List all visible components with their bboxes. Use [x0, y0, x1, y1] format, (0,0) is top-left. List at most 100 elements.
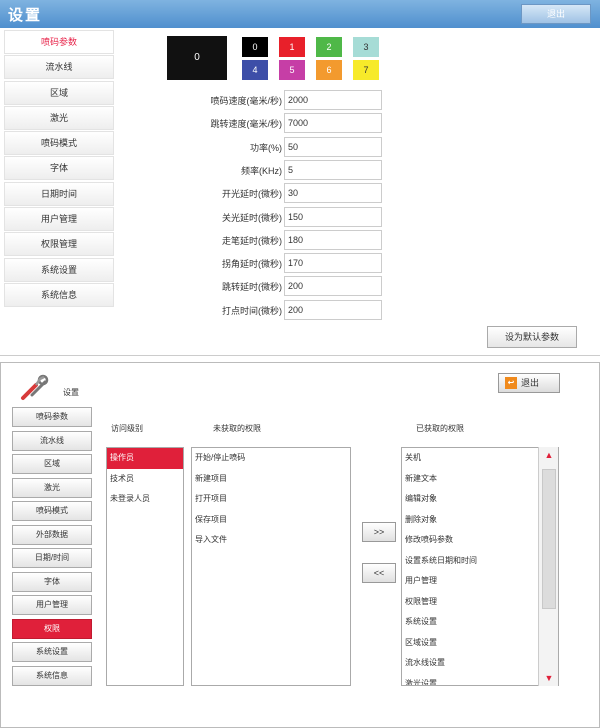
granted-item[interactable]: 编辑对象: [402, 489, 558, 510]
granted-item[interactable]: 系统设置: [402, 612, 558, 633]
color-swatch[interactable]: 0: [242, 37, 268, 57]
color-swatch[interactable]: 2: [316, 37, 342, 57]
param-label: 开光延时(微秒): [222, 189, 282, 200]
sidebar-item[interactable]: 流水线: [4, 55, 114, 80]
param-label: 拐角延时(微秒): [222, 259, 282, 270]
sidebar-item[interactable]: 日期时间: [4, 181, 114, 206]
color-preview: 0: [167, 36, 227, 80]
sidebar-item[interactable]: 流水线: [12, 430, 92, 451]
param-input[interactable]: 200: [284, 299, 382, 320]
not-granted-item[interactable]: 导入文件: [192, 530, 350, 551]
sidebar: 喷码参数流水线区域激光喷码模式外部数据日期/时间字体用户管理权限系统设置系统信息: [12, 407, 92, 689]
add-permission-button[interactable]: >>: [362, 522, 396, 542]
param-label: 跳转延时(微秒): [222, 282, 282, 293]
granted-item[interactable]: 关机: [402, 448, 558, 469]
sidebar-item[interactable]: 喷码参数: [12, 407, 92, 427]
sidebar-item[interactable]: 区域: [12, 454, 92, 474]
granted-item[interactable]: 激光设置: [402, 674, 558, 686]
granted-list[interactable]: 关机 新建文本 编辑对象 删除对象 修改喷码参数 设置系统日期和时间 用户管理 权限管理 系统设…: [401, 447, 559, 686]
exit-button[interactable]: ↩ 退出: [498, 373, 560, 393]
set-default-button[interactable]: 设为默认参数: [487, 326, 577, 348]
sidebar-item[interactable]: 字体: [4, 156, 114, 181]
granted-item[interactable]: 区域设置: [402, 633, 558, 654]
not-granted-item[interactable]: 打开项目: [192, 489, 350, 510]
param-row: 喷码速度(毫米/秒) 2000: [160, 90, 390, 110]
remove-permission-button[interactable]: <<: [362, 563, 396, 583]
exit-button[interactable]: 退出: [521, 4, 591, 24]
not-granted-header: 未获取的权限: [213, 424, 261, 433]
not-granted-list[interactable]: 开始/停止喷码 新建项目 打开项目 保存项目 导入文件: [191, 447, 351, 686]
sidebar-item[interactable]: 喷码参数: [4, 30, 114, 54]
sidebar-item[interactable]: 区域: [4, 80, 114, 105]
sidebar-item[interactable]: 系统信息: [4, 282, 114, 307]
not-granted-item[interactable]: 开始/停止喷码: [192, 448, 350, 469]
color-swatch[interactable]: 5: [279, 60, 305, 80]
level-item[interactable]: 技术员: [107, 469, 183, 490]
laser-params-window: 设置 退出 喷码参数 流水线 区域 激光 喷码模式 字体 日期时间 用户管理 权限管理 系统设置系…: [0, 0, 600, 356]
scroll-up-icon[interactable]: ▲: [539, 447, 559, 463]
param-input[interactable]: 7000: [284, 113, 382, 134]
exit-icon: ↩: [505, 377, 517, 389]
sidebar-item[interactable]: 系统设置: [12, 642, 92, 662]
sidebar-item[interactable]: 喷码模式: [4, 131, 114, 156]
sidebar-item[interactable]: 激光: [12, 477, 92, 498]
param-input[interactable]: 30: [284, 183, 382, 204]
level-item[interactable]: 未登录人员: [107, 489, 183, 510]
granted-item[interactable]: 删除对象: [402, 510, 558, 531]
granted-item[interactable]: 权限管理: [402, 592, 558, 613]
granted-scrollbar[interactable]: ▲ ▼: [538, 447, 558, 686]
param-label: 频率(KHz): [241, 165, 282, 176]
sidebar-item[interactable]: 权限管理: [4, 232, 114, 257]
granted-item[interactable]: 设置系统日期和时间: [402, 551, 558, 572]
param-row: 开光延时(微秒) 30: [160, 183, 390, 204]
not-granted-item[interactable]: 新建项目: [192, 469, 350, 490]
not-granted-item[interactable]: 保存项目: [192, 510, 350, 531]
exit-label: 退出: [521, 378, 540, 388]
sidebar-item[interactable]: 用户管理: [4, 207, 114, 232]
param-input[interactable]: 170: [284, 253, 382, 274]
param-input[interactable]: 200: [284, 276, 382, 297]
tools-icon: [21, 374, 49, 400]
sidebar-item[interactable]: 权限: [12, 618, 92, 639]
granted-item[interactable]: 新建文本: [402, 469, 558, 490]
sidebar-item[interactable]: 字体: [12, 571, 92, 592]
param-input[interactable]: 2000: [284, 90, 382, 110]
param-label: 跳转速度(毫米/秒): [210, 119, 283, 130]
sidebar-item[interactable]: 用户管理: [12, 595, 92, 615]
sidebar-item[interactable]: 系统信息: [12, 665, 92, 686]
access-level-list[interactable]: 操作员 技术员 未登录人员: [106, 447, 184, 686]
param-input[interactable]: 5: [284, 159, 382, 180]
window-title: 设置: [63, 388, 79, 397]
param-row: 关光延时(微秒) 150: [160, 206, 390, 227]
sidebar-item[interactable]: 激光: [4, 105, 114, 130]
title-bar: 设置 退出: [0, 0, 600, 28]
sidebar-item[interactable]: 日期/时间: [12, 548, 92, 568]
sidebar-item[interactable]: 系统设置: [4, 257, 114, 282]
param-row: 跳转速度(毫米/秒) 7000: [160, 113, 390, 134]
param-label: 走笔延时(微秒): [222, 235, 282, 246]
param-row: 跳转延时(微秒) 200: [160, 276, 390, 297]
scroll-thumb[interactable]: [542, 469, 556, 609]
param-row: 功率(%) 50: [160, 136, 390, 157]
sidebar-item[interactable]: 外部数据: [12, 524, 92, 545]
color-swatch[interactable]: 7: [353, 60, 379, 80]
access-level-header: 访问级别: [111, 424, 143, 433]
granted-item[interactable]: 用户管理: [402, 571, 558, 592]
sidebar-item[interactable]: 喷码模式: [12, 501, 92, 521]
granted-item[interactable]: 修改喷码参数: [402, 530, 558, 551]
granted-item[interactable]: 流水线设置: [402, 653, 558, 674]
color-swatch[interactable]: 6: [316, 60, 342, 80]
param-input[interactable]: 150: [284, 206, 382, 227]
permissions-window: 设置 ↩ 退出 喷码参数 流水线 区域 激光 喷码模式 外部数据 日期/时间 字体 用户管理 权限系…: [0, 362, 600, 728]
param-input[interactable]: 180: [284, 229, 382, 250]
param-row: 拐角延时(微秒) 170: [160, 253, 390, 274]
param-row: 打点时间(微秒) 200: [160, 299, 390, 320]
color-swatch[interactable]: 1: [279, 37, 305, 57]
sidebar: 喷码参数 流水线 区域 激光 喷码模式 字体 日期时间 用户管理 权限管理 系统设置 系统信息: [4, 30, 114, 308]
color-swatch[interactable]: 3: [353, 37, 379, 57]
color-swatch[interactable]: 4: [242, 60, 268, 80]
level-item[interactable]: 操作员: [107, 448, 183, 469]
param-input[interactable]: 50: [284, 136, 382, 157]
scroll-down-icon[interactable]: ▼: [539, 670, 559, 686]
param-label: 喷码速度(毫米/秒): [210, 96, 283, 106]
